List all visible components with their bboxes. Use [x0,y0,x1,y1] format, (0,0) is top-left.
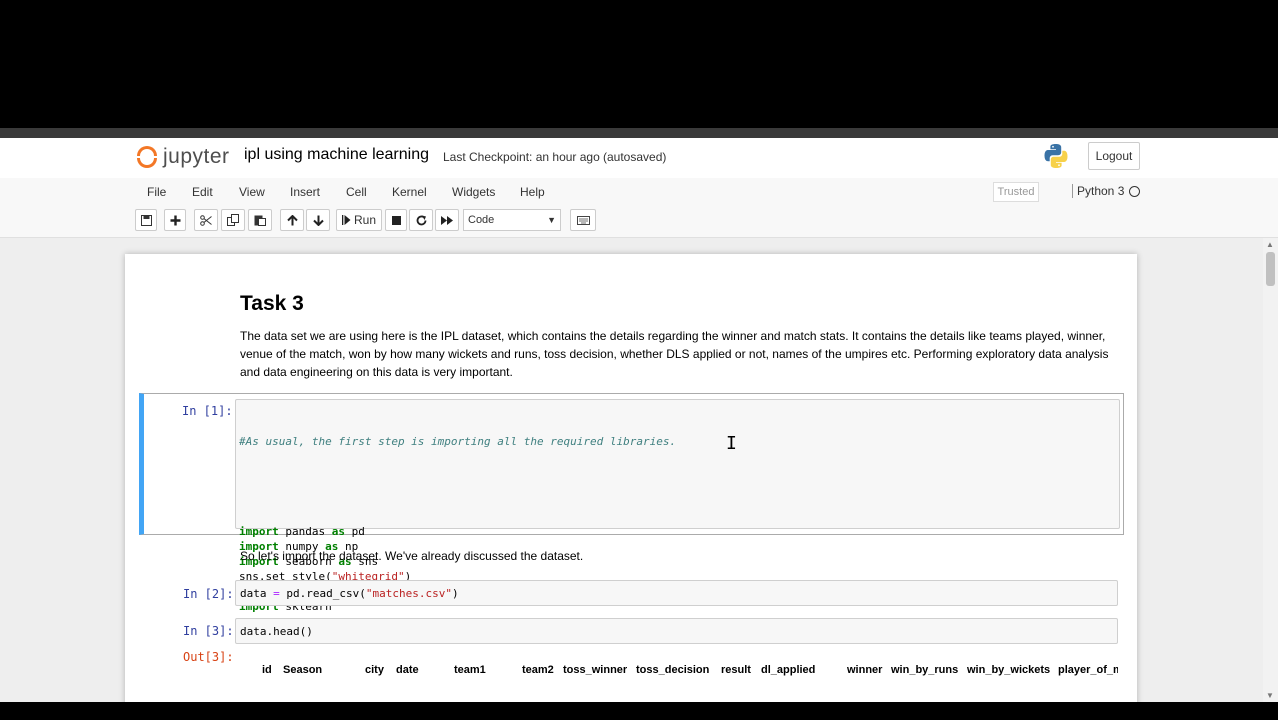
menu-file[interactable]: File [147,185,166,199]
table-header-cell: win_by_wickets [967,664,1051,676]
table-header-cell: toss_winner [563,664,628,676]
jupyter-logo-icon [137,145,157,169]
cell-2-editor[interactable]: data = pd.read_csv("matches.csv") [235,580,1118,606]
run-button-label: Run [353,213,376,227]
copy-button[interactable] [221,209,245,231]
save-button[interactable] [135,209,157,231]
kernel-name[interactable]: Python 3 [1072,184,1124,198]
stop-icon [391,215,401,225]
jupyter-window: jupyter ipl using machine learning Last … [0,128,1278,702]
menu-edit[interactable]: Edit [192,185,213,199]
menu-kernel[interactable]: Kernel [392,185,427,199]
menu-cell[interactable]: Cell [346,185,367,199]
jupyter-logo-text: jupyter [163,145,230,168]
cell-type-select[interactable]: Code ▼ [463,209,561,231]
cell-3-output-prompt: Out[3]: [183,650,234,664]
restart-run-all-button[interactable] [435,209,459,231]
cell-type-value: Code [468,214,495,226]
scrollbar-thumb[interactable] [1266,252,1275,286]
last-checkpoint: Last Checkpoint: an hour ago [443,150,600,164]
table-header-cell: player_of_m [1058,664,1118,676]
cell-1-editor[interactable]: #As usual, the first step is importing a… [235,399,1120,613]
menu-widgets[interactable]: Widgets [452,185,495,199]
table-header-cell: dl_applied [761,664,816,676]
step-forward-icon [341,215,351,225]
cell-2-prompt: In [2]: [183,587,234,601]
restart-kernel-button[interactable] [409,209,433,231]
cell-3-code: data.head() [240,625,313,638]
menu-bar: File Edit View Insert Cell Kernel Widget… [0,178,1278,206]
notebook-header: jupyter ipl using machine learning Last … [0,138,1278,178]
keyboard-icon [576,215,590,225]
cell-3-editor[interactable]: data.head() [235,618,1118,644]
table-header-cell: Season [283,664,323,676]
cell-1-prompt: In [1]: [182,404,233,418]
table-header-cell: winner [847,664,883,676]
menu-help[interactable]: Help [520,185,545,199]
run-button[interactable]: Run [336,209,382,231]
cell-2-code: data = pd.read_csv("matches.csv") [240,587,459,600]
table-header-cell: team1 [454,664,486,676]
table-header-cell: city [365,664,384,676]
logout-button[interactable]: Logout [1088,142,1140,170]
table-header-cell: result [721,664,751,676]
scroll-down-icon[interactable]: ▼ [1266,691,1274,700]
scroll-up-icon[interactable]: ▲ [1266,240,1274,249]
paste-icon [254,215,266,226]
notebook-container: Task 3 The data set we are using here is… [125,254,1137,702]
trusted-badge[interactable]: Trusted [993,182,1039,202]
interrupt-kernel-button[interactable] [385,209,407,231]
restart-icon [416,215,426,225]
table-header-cell: team2 [522,664,554,676]
markdown-import-note: So let's import the dataset. We've alrea… [240,549,584,563]
move-down-button[interactable] [306,209,330,231]
insert-cell-button[interactable] [164,209,186,231]
plus-icon [170,215,180,225]
paste-button[interactable] [248,209,272,231]
arrow-up-icon [286,214,298,225]
autosave-status: (autosaved) [603,150,667,164]
cell-1-code: #As usual, the first step is importing a… [239,404,676,644]
python-logo-icon [1044,144,1068,168]
toolbar: Run Code ▼ [0,206,1278,238]
task-title: Task 3 [240,292,304,315]
cell-3-prompt: In [3]: [183,624,234,638]
code-comment: #As usual, the first step is importing a… [239,435,677,448]
code-cell-1[interactable]: In [1]: #As usual, the first step is imp… [139,393,1124,613]
text-cursor-icon: I [726,433,737,454]
page-scrollbar[interactable]: ▲ ▼ [1263,238,1278,702]
jupyter-logo[interactable]: jupyter [137,142,230,172]
scissors-icon [200,214,212,226]
notebook-name[interactable]: ipl using machine learning [244,146,429,164]
cut-button[interactable] [194,209,218,231]
browser-top-bar [0,128,1278,138]
copy-icon [227,214,239,226]
save-icon [140,214,152,226]
table-header-cell: id [262,664,272,676]
table-header-cell: toss_decision [636,664,710,676]
table-header-cell: win_by_runs [891,664,959,676]
kernel-status-icon [1129,186,1140,197]
table-header-cell: date [396,664,419,676]
chevron-down-icon: ▼ [547,215,556,225]
menu-insert[interactable]: Insert [290,185,320,199]
task-description: The data set we are using here is the IP… [240,329,1109,379]
move-up-button[interactable] [280,209,304,231]
menu-view[interactable]: View [239,185,265,199]
fast-forward-icon [441,215,453,225]
arrow-down-icon [312,215,324,226]
command-palette-button[interactable] [570,209,596,231]
code-line: import pandas as pd [239,525,365,538]
